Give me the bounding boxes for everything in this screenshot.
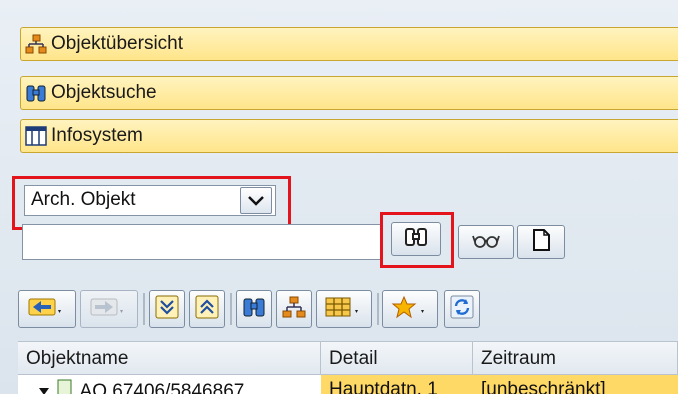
binoculars-icon (25, 82, 47, 104)
grid-icon (324, 295, 364, 324)
forward-button[interactable] (80, 290, 138, 328)
panel-button-infosystem[interactable]: Infosystem (20, 119, 678, 153)
double-chevron-up-icon (195, 295, 219, 324)
double-chevron-down-icon (155, 295, 179, 324)
table-icon (25, 125, 47, 147)
hierarchy-button[interactable] (276, 290, 312, 328)
expand-all-button[interactable] (149, 290, 185, 328)
navigation-area: Objektübersicht Objektsuche Infosystem A… (0, 0, 678, 394)
object-name: AQ 67406/5846867 (79, 381, 245, 394)
expand-triangle-icon[interactable] (38, 381, 52, 394)
panel-label: Objektübersicht (51, 33, 184, 54)
blank-page-icon (531, 228, 551, 257)
panel-label: Objektsuche (51, 82, 157, 103)
object-table-header: Objektname Detail Zeitraum (18, 341, 678, 376)
column-header-object-name[interactable]: Objektname (18, 342, 321, 376)
arrow-left-icon (27, 295, 67, 324)
column-header-period[interactable]: Zeitraum (473, 342, 678, 376)
new-document-button[interactable] (517, 225, 565, 259)
hierarchy-up-icon (282, 295, 306, 324)
glasses-icon (471, 230, 501, 255)
panel-button-object-search[interactable]: Objektsuche (20, 76, 678, 110)
tree-node-object[interactable]: AQ 67406/5846867 (18, 375, 321, 394)
refresh-button[interactable] (444, 290, 480, 328)
document-icon (57, 379, 75, 394)
search-input[interactable] (22, 224, 382, 260)
panel-button-object-overview[interactable]: Objektübersicht (20, 27, 678, 61)
object-detail: Hauptdatn. 1 (321, 375, 473, 394)
toolbar-separator (143, 293, 145, 325)
column-header-detail[interactable]: Detail (321, 342, 473, 376)
layout-button[interactable] (316, 290, 372, 328)
highlight-frame-search-button (380, 212, 454, 268)
highlight-frame-select (12, 176, 291, 230)
star-icon (390, 295, 430, 324)
favorites-button[interactable] (382, 290, 438, 328)
find-button[interactable] (236, 290, 272, 328)
hierarchy-icon (25, 33, 47, 55)
collapse-all-button[interactable] (189, 290, 225, 328)
display-button[interactable] (458, 225, 514, 259)
arrow-right-icon (89, 295, 129, 324)
binoculars-icon (242, 295, 266, 324)
panel-label: Infosystem (51, 125, 143, 146)
object-period: [unbeschränkt] (473, 375, 678, 394)
toolbar-separator (230, 293, 232, 325)
toolbar-separator (377, 293, 379, 325)
table-row[interactable]: AQ 67406/5846867 Hauptdatn. 1 [unbeschrä… (18, 375, 678, 394)
back-button[interactable] (18, 290, 76, 328)
refresh-icon (450, 295, 474, 324)
